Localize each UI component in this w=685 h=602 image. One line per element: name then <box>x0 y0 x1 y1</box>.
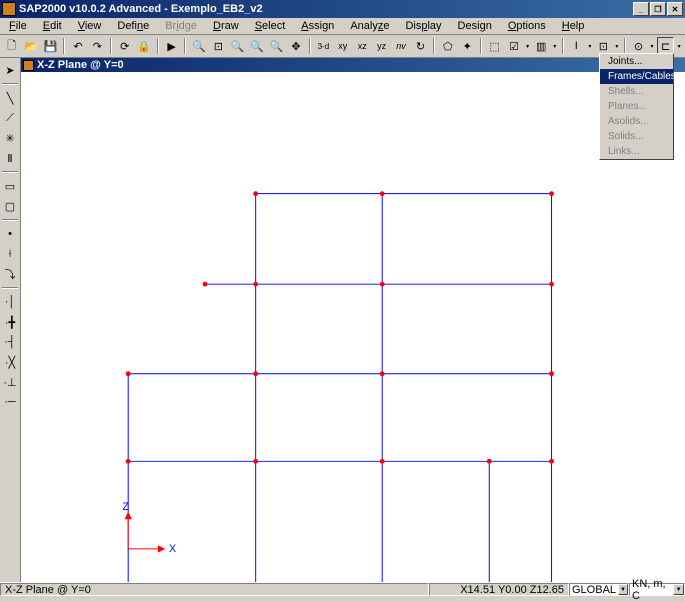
named-view-button[interactable]: ▥ <box>532 37 549 55</box>
menu-file[interactable]: File <box>1 19 35 33</box>
draw-quick-frame-button[interactable]: ⟋ <box>1 109 19 127</box>
titlebar: SAP2000 v10.0.2 Advanced - Exemplo_EB2_v… <box>0 0 685 18</box>
viewxy-button[interactable]: xy <box>334 37 351 55</box>
status-coords: X14.51 Y0.00 Z12.65 <box>429 583 569 596</box>
assign-frame-dropdown: Joints... Frames/Cables... Shells... Pla… <box>599 53 674 160</box>
menu-draw[interactable]: Draw <box>205 19 247 33</box>
dropdown-planes: Planes... <box>600 99 673 114</box>
main-toolbar: 🗋 📂 💾 ↶ ↷ ⟳ 🔒 ▶ 🔍 ⊡ 🔍 🔍 🔍 ✥ 3-d xy xz yz… <box>0 35 685 58</box>
status-plane: X-Z Plane @ Y=0 <box>0 583 429 596</box>
menu-analyze[interactable]: Analyze <box>342 19 397 33</box>
draw-brace-button[interactable]: ✳ <box>1 129 19 147</box>
section-button[interactable]: I <box>568 37 585 55</box>
rotate-button[interactable]: ↻ <box>412 37 429 55</box>
menu-view[interactable]: View <box>70 19 110 33</box>
view3d-button[interactable]: 3-d <box>315 37 332 55</box>
snap-mid-button[interactable]: ·╋ <box>1 313 19 331</box>
menu-bridge: Bridge <box>157 19 205 33</box>
pointer-button[interactable]: ➤ <box>1 61 19 79</box>
menu-display[interactable]: Display <box>397 19 449 33</box>
dropdown-solids: Solids... <box>600 129 673 144</box>
draw-quick-area-button[interactable]: ▢ <box>1 197 19 215</box>
left-toolbar: ➤ ╲ ⟋ ✳ Ⅱ ▭ ▢ • ⟊ ⤵ ·│ ·╋ ·┤ ·╳ ·⊥ ·─ <box>0 58 21 582</box>
zoom-area-button[interactable]: 🔍 <box>190 37 207 55</box>
redo-button[interactable]: ↷ <box>89 37 106 55</box>
coord-system-combo[interactable]: GLOBAL▼ <box>569 583 629 596</box>
open-button[interactable]: 📂 <box>22 37 39 55</box>
toolbar-split-1[interactable]: ▾ <box>524 37 532 55</box>
axis-indicator: X Z <box>122 501 176 555</box>
new-button[interactable]: 🗋 <box>3 37 20 55</box>
menubar: File Edit View Define Bridge Draw Select… <box>0 18 685 35</box>
draw-link-button[interactable]: ⟊ <box>1 245 19 263</box>
refresh-button[interactable]: ⟳ <box>116 37 133 55</box>
snap-end-button[interactable]: ·┤ <box>1 333 19 351</box>
toolbar-split-6[interactable]: ▾ <box>675 37 683 55</box>
viewyz-button[interactable]: yz <box>373 37 390 55</box>
subwindow-icon <box>23 60 34 71</box>
show-button[interactable]: ⬚ <box>486 37 503 55</box>
toolbar-split-2[interactable]: ▾ <box>551 37 559 55</box>
draw-frame-button[interactable]: ╲ <box>1 89 19 107</box>
maximize-button[interactable]: ❐ <box>650 2 666 16</box>
snap-intersect-button[interactable]: ·╳ <box>1 353 19 371</box>
chevron-down-icon[interactable]: ▼ <box>673 584 684 595</box>
snap-perp-button[interactable]: ·⊥ <box>1 373 19 391</box>
close-button[interactable]: ✕ <box>667 2 683 16</box>
dropdown-shells: Shells... <box>600 84 673 99</box>
menu-edit[interactable]: Edit <box>35 19 70 33</box>
run-button[interactable]: ▶ <box>163 37 180 55</box>
canvas-wrap: X-Z Plane @ Y=0 X Z <box>21 58 685 582</box>
subwindow-title: X-Z Plane @ Y=0 <box>37 59 124 71</box>
zoom-prev-button[interactable]: 🔍 <box>229 37 246 55</box>
viewnv-button[interactable]: nv <box>392 37 409 55</box>
subwindow-titlebar[interactable]: X-Z Plane @ Y=0 <box>21 58 685 72</box>
structural-model: X Z <box>21 72 685 582</box>
shrink-button[interactable]: ✦ <box>459 37 476 55</box>
chevron-down-icon[interactable]: ▼ <box>618 584 628 595</box>
menu-options[interactable]: Options <box>500 19 554 33</box>
save-button[interactable]: 💾 <box>42 37 59 55</box>
menu-design[interactable]: Design <box>450 19 500 33</box>
dropdown-asolids: Asolids... <box>600 114 673 129</box>
menu-select[interactable]: Select <box>247 19 294 33</box>
statusbar: X-Z Plane @ Y=0 X14.51 Y0.00 Z12.65 GLOB… <box>0 582 685 596</box>
menu-help[interactable]: Help <box>554 19 593 33</box>
draw-cable-button[interactable]: ⤵ <box>1 265 19 283</box>
titlebar-text: SAP2000 v10.0.2 Advanced - Exemplo_EB2_v… <box>19 3 633 15</box>
perspective-button[interactable]: ⬠ <box>439 37 456 55</box>
viewxz-button[interactable]: xz <box>354 37 371 55</box>
svg-text:X: X <box>169 543 176 555</box>
dropdown-joints[interactable]: Joints... <box>600 54 673 69</box>
draw-area-button[interactable]: ▭ <box>1 177 19 195</box>
main-area: ➤ ╲ ⟋ ✳ Ⅱ ▭ ▢ • ⟊ ⤵ ·│ ·╋ ·┤ ·╳ ·⊥ ·─ X-… <box>0 58 685 582</box>
draw-secondary-button[interactable]: Ⅱ <box>1 149 19 167</box>
set-elements-button[interactable]: ☑ <box>505 37 522 55</box>
snap-line-button[interactable]: ·─ <box>1 393 19 411</box>
drawing-canvas[interactable]: X Z <box>21 72 685 582</box>
zoom-extents-button[interactable]: ⊡ <box>210 37 227 55</box>
snap-point-button[interactable]: ·│ <box>1 293 19 311</box>
menu-assign[interactable]: Assign <box>293 19 342 33</box>
menu-define[interactable]: Define <box>109 19 157 33</box>
pan-button[interactable]: ✥ <box>287 37 304 55</box>
svg-text:Z: Z <box>122 501 129 513</box>
undo-button[interactable]: ↶ <box>69 37 86 55</box>
units-combo[interactable]: KN, m, C▼ <box>629 583 685 596</box>
zoom-out-button[interactable]: 🔍 <box>268 37 285 55</box>
toolbar-split-3[interactable]: ▾ <box>586 37 594 55</box>
zoom-in-button[interactable]: 🔍 <box>248 37 265 55</box>
minimize-button[interactable]: _ <box>633 2 649 16</box>
dropdown-frames[interactable]: Frames/Cables... <box>600 69 673 84</box>
draw-joint-button[interactable]: • <box>1 225 19 243</box>
app-icon <box>2 2 16 16</box>
lock-button[interactable]: 🔒 <box>135 37 152 55</box>
dropdown-links: Links... <box>600 144 673 159</box>
